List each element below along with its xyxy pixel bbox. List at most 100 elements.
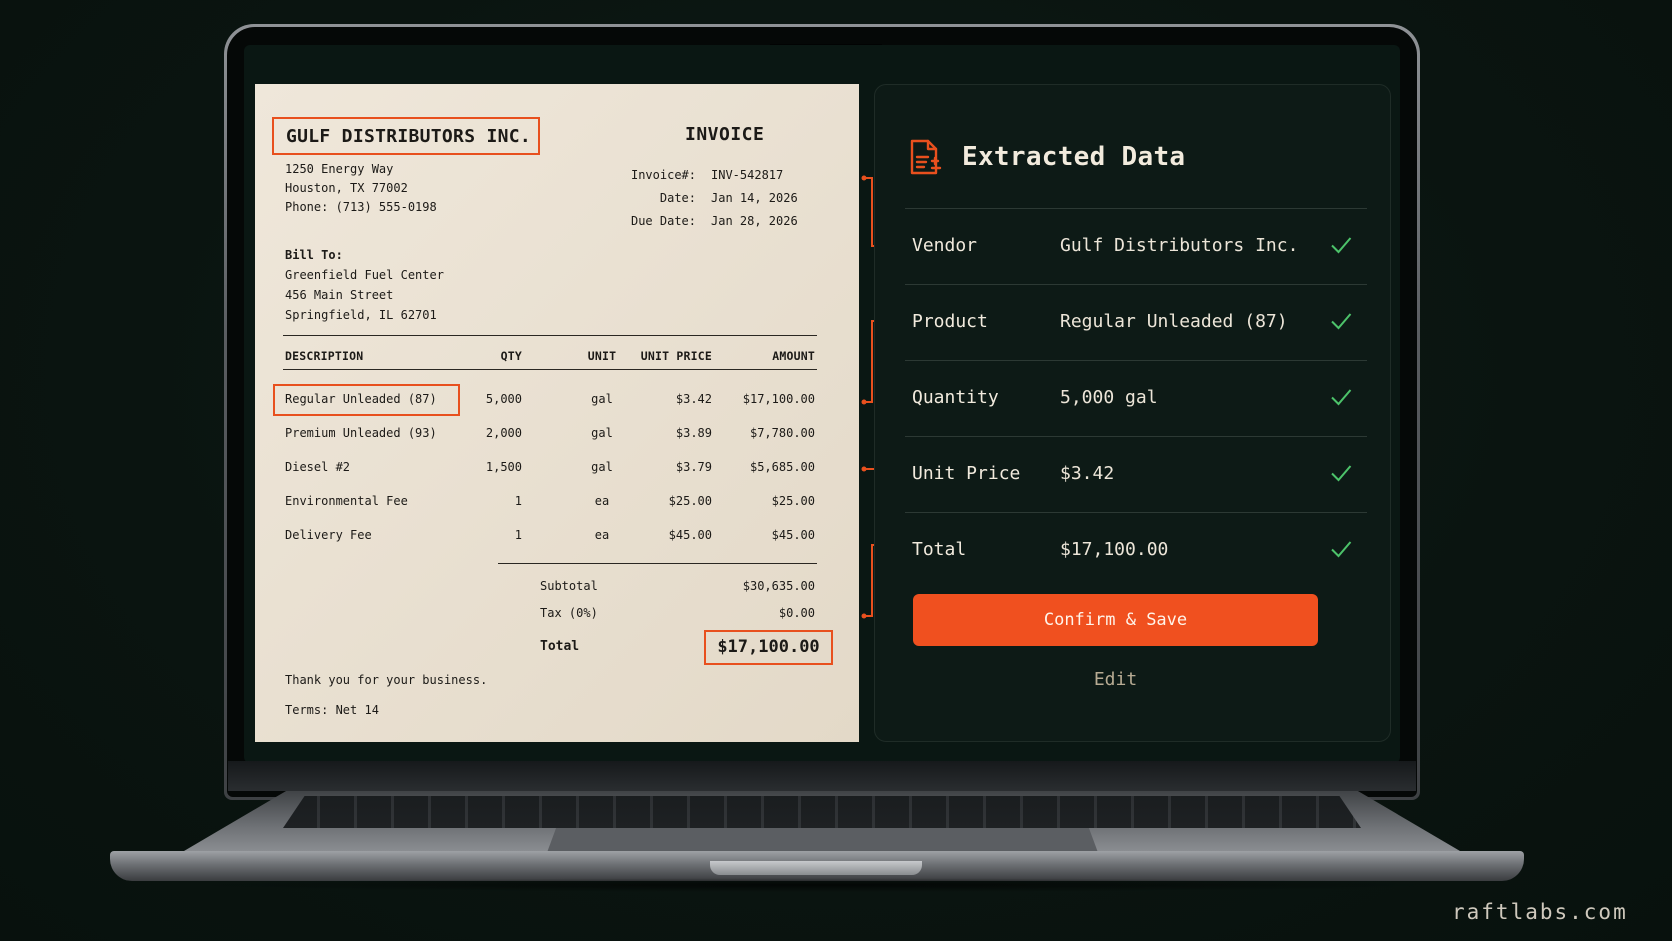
item-description: Premium Unleaded (93) [285,426,437,440]
field-value: Gulf Distributors Inc. [1060,235,1299,256]
item-unit: gal [591,392,613,406]
meta-label: Invoice#: [630,168,696,182]
check-icon [1331,237,1352,254]
bill-to-line: 456 Main Street [285,288,394,302]
check-icon [1331,541,1352,558]
check-icon [1331,389,1352,406]
total-value: $17,100.00 [717,637,820,657]
item-description: Delivery Fee [285,528,372,542]
item-qty: 1,500 [485,460,522,474]
item-description: Environmental Fee [285,494,408,508]
item-qty: 1 [514,528,522,542]
field-value: $3.42 [1060,463,1115,484]
item-unit: gal [591,426,613,440]
tax-row: Tax (0%) $0.00 [540,606,815,626]
field-product: Product Regular Unleaded (87) [905,284,1367,360]
field-label: Unit Price [912,463,1021,484]
column-header-unit: UNIT [587,349,617,363]
connector-dot [861,466,867,472]
thank-you-note: Thank you for your business. [285,673,488,687]
field-unit-price: Unit Price $3.42 [905,436,1367,512]
table-row: Diesel #2 1,500 gal $3.79 $5,685.00 [285,460,815,480]
column-header-description: DESCRIPTION [285,349,364,363]
payment-terms: Terms: Net 14 [285,703,379,717]
field-quantity: Quantity 5,000 gal [905,360,1367,436]
confirm-save-button[interactable]: Confirm & Save [913,594,1318,646]
tax-label: Tax (0%) [540,606,598,620]
subtotal-value: $30,635.00 [742,579,815,593]
meta-value: Jan 14, 2026 [711,191,798,205]
field-vendor: Vendor Gulf Distributors Inc. [905,208,1367,284]
item-qty: 1 [514,494,522,508]
divider [283,369,817,370]
divider [283,335,817,336]
vendor-address-line: Houston, TX 77002 [285,181,408,195]
invoice-due-date-row: Due Date: Jan 28, 2026 [615,214,798,237]
column-header-unit-price: UNIT PRICE [640,349,712,363]
bill-to: Bill To: Greenfield Fuel Center 456 Main… [285,245,444,325]
item-description: Diesel #2 [285,460,351,474]
table-header: DESCRIPTION QTY UNIT UNIT PRICE AMOUNT [285,349,815,369]
item-amount: $25.00 [771,494,815,508]
item-amount: $5,685.00 [749,460,815,474]
vendor-phone: Phone: (713) 555-0198 [285,200,437,214]
divider [498,563,817,564]
vendor-name-highlight: GULF DISTRIBUTORS INC. [272,117,540,155]
table-row: Premium Unleaded (93) 2,000 gal $3.89 $7… [285,426,815,446]
item-qty: 2,000 [485,426,522,440]
meta-label: Date: [659,191,696,205]
connector-dot [861,175,867,181]
table-row: Regular Unleaded (87) 5,000 gal $3.42 $1… [285,392,815,412]
total-value-highlight: $17,100.00 [704,630,833,665]
laptop-lip-notch [710,861,922,875]
meta-label: Due Date: [630,214,696,228]
bill-to-line: Greenfield Fuel Center [285,268,444,282]
watermark: raftlabs.com [1452,900,1628,924]
check-icon [1331,313,1352,330]
invoice-meta: Invoice#: INV-542817 Date: Jan 14, 2026 … [615,168,798,237]
table-row: Delivery Fee 1 ea $45.00 $45.00 [285,528,815,548]
meta-value: INV-542817 [711,168,784,182]
item-unit-price: $25.00 [668,494,712,508]
field-total: Total $17,100.00 [905,512,1367,588]
connector-dot [861,613,867,619]
item-description: Regular Unleaded (87) [285,392,437,406]
field-label: Vendor [912,235,978,256]
bill-to-line: Springfield, IL 62701 [285,308,437,322]
vendor-name: GULF DISTRIBUTORS INC. [286,126,532,147]
invoice-title: INVOICE [685,124,765,145]
invoice-number-row: Invoice#: INV-542817 [615,168,798,191]
laptop-hinge [228,761,1416,791]
subtotal-row: Subtotal $30,635.00 [540,579,815,599]
item-unit: ea [594,494,610,508]
invoice-date-row: Date: Jan 14, 2026 [615,191,798,214]
column-header-qty: QTY [500,349,522,363]
item-unit-price: $3.79 [675,460,712,474]
edit-link[interactable]: Edit [913,669,1318,690]
item-unit-price: $3.42 [675,392,712,406]
connector-dot [861,399,867,405]
column-header-amount: AMOUNT [772,349,815,363]
extracted-fields: Vendor Gulf Distributors Inc. Product Re… [905,208,1367,588]
laptop-lid: GULF DISTRIBUTORS INC. 1250 Energy Way H… [224,24,1420,800]
field-label: Total [912,539,967,560]
item-unit: ea [594,528,610,542]
field-value: 5,000 gal [1060,387,1158,408]
item-amount: $17,100.00 [742,392,815,406]
meta-value: Jan 28, 2026 [711,214,798,228]
field-value: Regular Unleaded (87) [1060,311,1288,332]
extracted-data-panel: Extracted Data Vendor Gulf Distributors … [874,84,1391,742]
item-qty: 5,000 [485,392,522,406]
item-unit-price: $45.00 [668,528,712,542]
bill-to-heading: Bill To: [285,248,343,262]
tax-value: $0.00 [778,606,815,620]
document-icon [910,139,942,175]
field-label: Quantity [912,387,999,408]
field-value: $17,100.00 [1060,539,1169,560]
panel-title: Extracted Data [962,142,1186,172]
field-label: Product [912,311,988,332]
total-label: Total [540,639,580,654]
item-amount: $7,780.00 [749,426,815,440]
vendor-address: 1250 Energy Way Houston, TX 77002 Phone:… [285,160,437,217]
table-row: Environmental Fee 1 ea $25.00 $25.00 [285,494,815,514]
